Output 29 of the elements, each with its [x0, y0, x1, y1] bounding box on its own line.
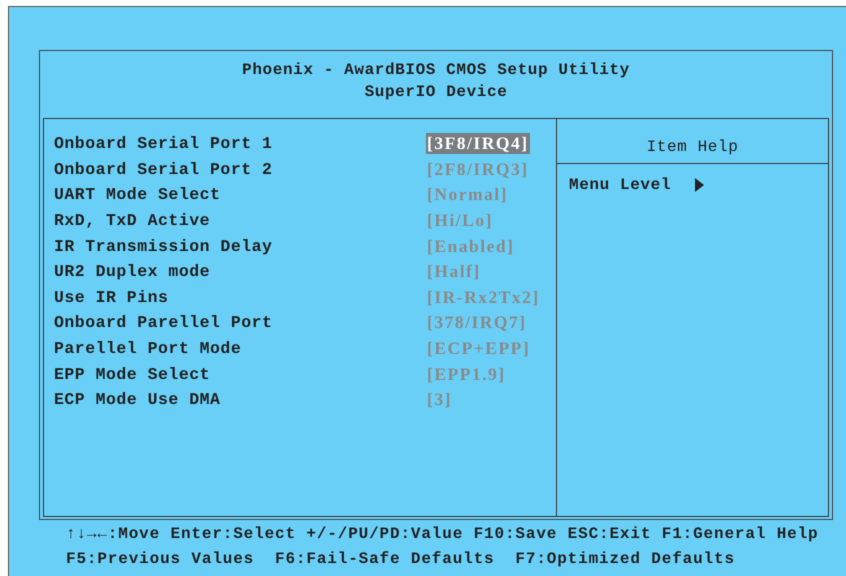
- setting-label: RxD, TxD Active: [54, 211, 212, 230]
- setting-value[interactable]: [Normal]: [426, 184, 510, 206]
- setting-label: EPP Mode Select: [54, 364, 212, 384]
- key-help-text: ↑↓→←:Move Enter:Select +/-/PU/PD:Value F10:Save ESC:Exit F1:General Help: [66, 525, 820, 545]
- setting-value[interactable]: [IR-Rx2Tx2]: [426, 286, 541, 308]
- page-title: SuperIO Device: [364, 83, 508, 101]
- setting-label: UR2 Duplex mode: [54, 262, 212, 282]
- setting-label: Onboard Parellel Port: [54, 313, 274, 332]
- menu-level-label: Menu Level: [569, 176, 672, 194]
- key-help-text: F5:Previous Values F6:Fail-Safe Defaults F7:Optimized Defaults: [66, 550, 736, 570]
- window-title: Phoenix - AwardBIOS CMOS Setup Utility: [242, 61, 630, 79]
- setting-value[interactable]: [3]: [426, 389, 453, 410]
- setting-label: Onboard Serial Port 2: [54, 160, 274, 179]
- setting-value[interactable]: [2F8/IRQ3]: [426, 158, 530, 180]
- setting-value[interactable]: [Hi/Lo]: [426, 210, 494, 232]
- setting-label: ECP Mode Use DMA: [54, 390, 222, 410]
- setting-label: Onboard Serial Port 1: [54, 134, 274, 154]
- setting-label: IR Transmission Delay: [54, 236, 274, 256]
- setting-value[interactable]: [ECP+EPP]: [426, 338, 532, 360]
- setting-value[interactable]: [EPP1.9]: [426, 364, 507, 385]
- setting-label: UART Mode Select: [54, 185, 222, 204]
- setting-value[interactable]: [Enabled]: [426, 236, 516, 257]
- setting-label: Parellel Port Mode: [54, 339, 242, 358]
- help-title: Item Help: [557, 119, 828, 164]
- setting-value[interactable]: [378/IRQ7]: [426, 312, 528, 334]
- right-triangle-icon: [695, 178, 704, 192]
- setting-value[interactable]: [3F8/IRQ4]: [426, 133, 530, 154]
- setting-label: Use IR Pins: [54, 288, 170, 307]
- setting-value[interactable]: [Half]: [426, 261, 482, 282]
